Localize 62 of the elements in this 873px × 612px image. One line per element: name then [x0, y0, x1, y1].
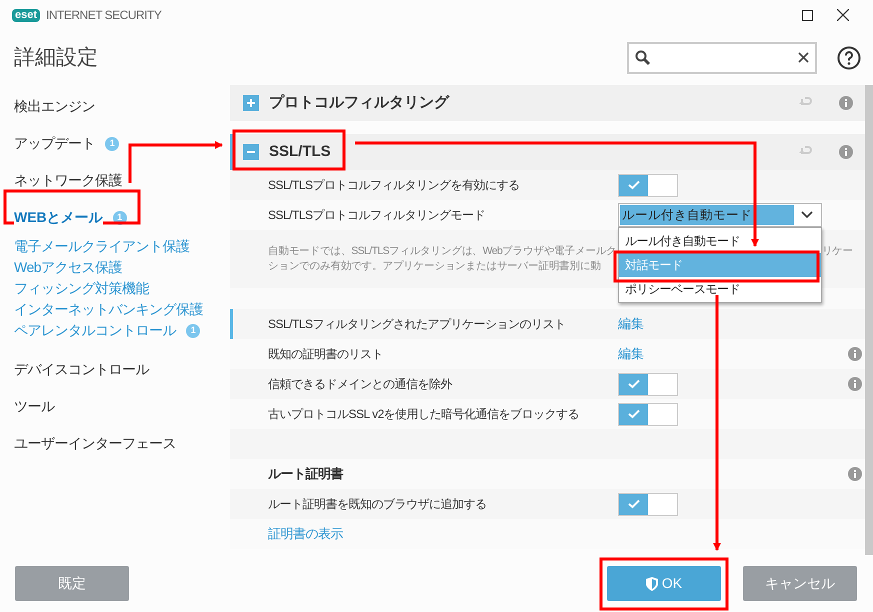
check-icon [628, 379, 640, 389]
shield-icon [646, 576, 658, 590]
toggle-switch[interactable] [618, 402, 678, 426]
check-icon [628, 499, 640, 509]
setting-label: SSL/TLSプロトコルフィルタリングモード [268, 207, 486, 224]
help-icon[interactable] [837, 46, 861, 70]
mode-dropdown[interactable]: ルール付き自動モード [618, 203, 822, 227]
page-title: 詳細設定 [14, 44, 98, 71]
dropdown-option[interactable]: ポリシーベースモード [619, 277, 821, 301]
info-icon[interactable] [848, 467, 862, 481]
description-text: 自動モードでは、SSL/TLSフィルタリングは、Webブラウザや電子メールク [268, 244, 617, 259]
sidebar-subitem[interactable]: インターネットバンキング保護 [14, 299, 203, 320]
check-icon [628, 180, 640, 190]
info-icon[interactable] [848, 347, 862, 361]
expand-icon[interactable] [243, 95, 259, 111]
setting-label: 既知の証明書のリスト [268, 346, 384, 363]
collapse-icon[interactable] [243, 144, 259, 160]
count-badge: 1 [105, 136, 119, 150]
setting-label: SSL/TLSフィルタリングされたアプリケーションのリスト [268, 316, 567, 333]
description-text: ションでのみ有効です。アプリケーションまたはサーバー証明書別に動 [268, 259, 601, 274]
info-icon[interactable] [848, 377, 862, 391]
logo: eset [12, 8, 40, 22]
section-title: プロトコルフィルタリング [269, 92, 449, 113]
footer-button[interactable]: 既定 [15, 566, 129, 601]
setting-label: ルート証明書を既知のブラウザに追加する [268, 496, 488, 513]
sidebar-subitem[interactable]: 電子メールクライアント保護 [14, 236, 190, 257]
toggle-switch[interactable] [618, 492, 678, 516]
sidebar-item[interactable]: デバイスコントロール [14, 359, 149, 380]
search-field[interactable] [627, 42, 817, 74]
sidebar-item[interactable]: アップデート [14, 133, 95, 154]
setting-label: 信頼できるドメインとの通信を除外 [268, 376, 454, 393]
check-icon [628, 409, 640, 419]
sidebar-item[interactable]: ユーザーインターフェース [14, 433, 176, 454]
dropdown-option[interactable]: ルール付き自動モード [619, 229, 821, 253]
maximize-icon[interactable] [802, 10, 813, 20]
info-icon[interactable] [839, 96, 853, 110]
close-icon[interactable] [837, 9, 849, 21]
sidebar-item[interactable]: ツール [14, 396, 54, 417]
scrollbar[interactable] [865, 85, 873, 555]
info-icon[interactable] [839, 145, 853, 159]
dropdown-option[interactable]: 対話モード [619, 253, 821, 277]
footer-button[interactable]: キャンセル [743, 566, 857, 601]
product-name: INTERNET SECURITY [46, 7, 162, 24]
setting-label: ルート証明書 [268, 465, 344, 484]
edit-link[interactable]: 編集 [618, 314, 644, 334]
section-title: SSL/TLS [269, 142, 331, 162]
description-text: リケー [822, 244, 853, 259]
clear-icon[interactable] [798, 52, 809, 63]
setting-label: 古いプロトコルSSL v2を使用した暗号化通信をブロックする [268, 406, 580, 423]
toggle-switch[interactable] [618, 372, 678, 396]
count-badge: 1 [186, 324, 200, 338]
ok-button[interactable]: OK [607, 566, 721, 601]
toggle-switch[interactable] [618, 174, 678, 196]
sidebar-item[interactable]: ネットワーク保護 [14, 170, 122, 191]
sidebar-subitem[interactable]: フィッシング対策機能 [14, 278, 149, 299]
view-certificates-link[interactable]: 証明書の表示 [268, 524, 618, 544]
search-icon [635, 50, 651, 66]
sidebar-item[interactable]: 検出エンジン [14, 96, 95, 117]
edit-link[interactable]: 編集 [618, 344, 644, 364]
setting-label: SSL/TLSプロトコルフィルタリングを有効にする [268, 177, 521, 194]
sidebar-subitem[interactable]: Webアクセス保護 [14, 257, 122, 278]
sidebar-subitem[interactable]: ペアレンタルコントロール [14, 320, 176, 341]
